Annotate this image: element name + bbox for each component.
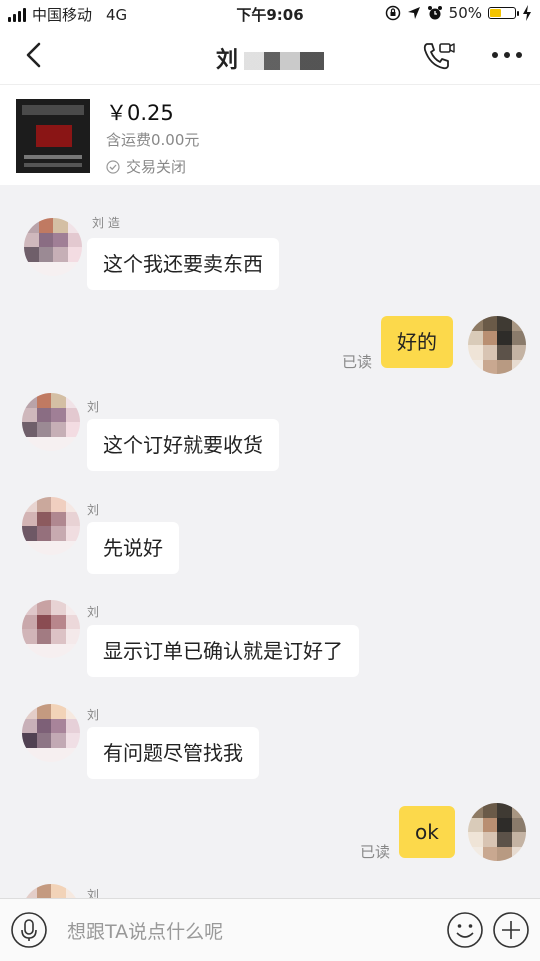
avatar[interactable] <box>22 600 80 658</box>
message-bubble[interactable]: 显示订单已确认就是订好了 <box>87 625 359 677</box>
message-bubble[interactable]: 先说好 <box>87 522 179 574</box>
avatar[interactable] <box>468 803 526 861</box>
charging-icon <box>523 5 531 21</box>
contact-name: 刘 <box>215 48 238 73</box>
avatar[interactable] <box>22 393 80 451</box>
read-receipt: 已读 <box>360 843 391 861</box>
read-receipt: 已读 <box>342 353 373 371</box>
check-circle-icon <box>106 159 120 174</box>
avatar[interactable] <box>468 316 526 374</box>
plus-icon[interactable] <box>492 911 530 949</box>
message-bubble[interactable]: ok <box>399 806 455 858</box>
nav-bar: 刘 <box>0 28 540 84</box>
battery-percent: 50% <box>448 4 482 22</box>
avatar[interactable] <box>24 218 82 276</box>
message-bubble[interactable]: 好的 <box>381 316 453 368</box>
sender-name: 刘 <box>87 605 100 619</box>
location-icon <box>407 7 420 19</box>
battery-level <box>490 9 501 17</box>
more-dots-icon[interactable] <box>490 50 524 60</box>
input-bar: 想跟TA说点什么呢 <box>0 898 540 961</box>
alarm-icon <box>427 6 442 20</box>
product-price: ￥0.25 <box>106 101 174 125</box>
shipping-fee: 含运费0.00元 <box>106 131 200 149</box>
trade-status-label: 交易关闭 <box>126 158 187 176</box>
product-card[interactable]: ￥0.25 含运费0.00元 交易关闭 <box>0 84 540 185</box>
smile-icon[interactable] <box>446 911 484 949</box>
battery-icon <box>488 7 519 19</box>
status-right: 50% <box>385 4 532 22</box>
message-input[interactable]: 想跟TA说点什么呢 <box>67 917 223 944</box>
microphone-icon[interactable] <box>10 911 48 949</box>
avatar[interactable] <box>22 704 80 762</box>
phone-video-icon[interactable] <box>421 40 455 72</box>
page-title: 刘 <box>0 42 540 74</box>
product-thumbnail[interactable] <box>16 99 90 173</box>
status-bar: 中国移动 4G 下午9:06 50% <box>0 0 540 28</box>
sender-name: 刘 造 <box>92 216 120 230</box>
trade-status: 交易关闭 <box>106 156 186 177</box>
sender-name: 刘 <box>87 503 100 517</box>
sender-name: 刘 <box>87 400 100 414</box>
message-bubble[interactable]: 这个我还要卖东西 <box>87 238 279 290</box>
sender-name: 刘 <box>87 708 100 722</box>
message-bubble[interactable]: 这个订好就要收货 <box>87 419 279 471</box>
avatar[interactable] <box>22 497 80 555</box>
message-bubble[interactable]: 有问题尽管找我 <box>87 727 259 779</box>
rotation-lock-icon <box>385 5 400 21</box>
name-redaction <box>244 52 324 70</box>
